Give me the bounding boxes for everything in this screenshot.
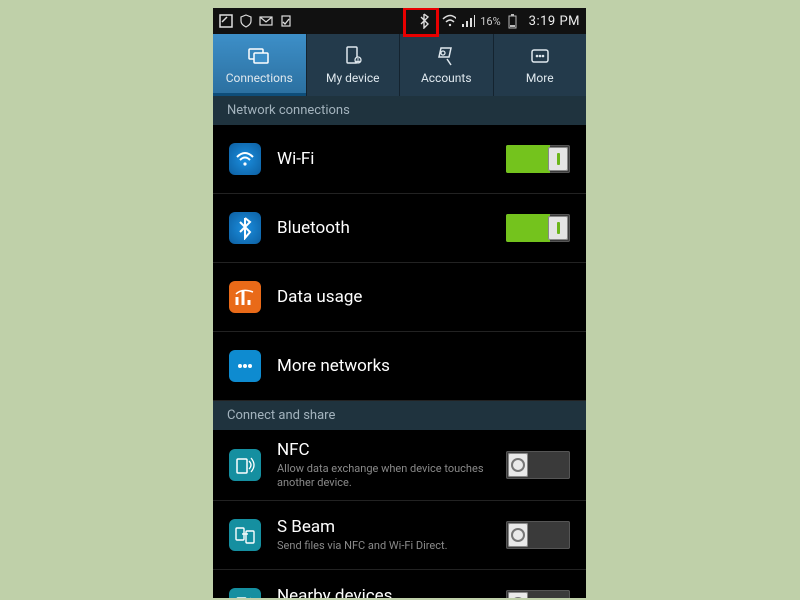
mail-icon (259, 14, 273, 28)
row-data-usage[interactable]: Data usage (213, 263, 586, 332)
signal-icon (461, 14, 475, 28)
sbeam-icon (229, 519, 261, 551)
wifi-icon (229, 143, 261, 175)
settings-tabs: Connections My device Accounts More (213, 34, 586, 96)
tab-more[interactable]: More (494, 34, 587, 96)
row-title: Wi-Fi (277, 149, 506, 169)
status-bar: 16% 3:19 PM (213, 8, 586, 34)
tab-label: Accounts (421, 71, 472, 85)
bluetooth-icon (229, 212, 261, 244)
section-header-share: Connect and share (213, 401, 586, 430)
row-subtitle: Allow data exchange when device touches … (277, 462, 506, 490)
share-list: NFC Allow data exchange when device touc… (213, 430, 586, 598)
row-subtitle: Send files via NFC and Wi-Fi Direct. (277, 539, 506, 553)
row-title: NFC (277, 440, 506, 460)
wifi-status-icon (442, 14, 456, 28)
tab-label: More (526, 71, 554, 85)
nearby-toggle[interactable] (506, 590, 570, 599)
tab-my-device[interactable]: My device (307, 34, 401, 96)
more-icon (527, 45, 553, 67)
row-wifi[interactable]: Wi-Fi (213, 125, 586, 194)
bluetooth-toggle[interactable] (506, 214, 570, 242)
tab-accounts[interactable]: Accounts (400, 34, 494, 96)
tab-connections[interactable]: Connections (213, 34, 307, 96)
clock: 3:19 PM (529, 14, 580, 29)
bluetooth-status-icon (417, 14, 431, 28)
status-right: 16% 3:19 PM (417, 14, 580, 29)
row-sbeam[interactable]: S Beam Send files via NFC and Wi-Fi Dire… (213, 501, 586, 570)
screenshot-icon (219, 14, 233, 28)
nearby-icon (229, 588, 261, 599)
row-nearby[interactable]: Nearby devices Share your media files wi… (213, 570, 586, 599)
sbeam-toggle[interactable] (506, 521, 570, 549)
section-header-network: Network connections (213, 96, 586, 125)
row-title: Bluetooth (277, 218, 506, 238)
tab-label: Connections (226, 71, 293, 85)
wifi-toggle[interactable] (506, 145, 570, 173)
shield-icon (239, 14, 253, 28)
row-title: S Beam (277, 517, 506, 537)
connections-icon (246, 45, 272, 67)
battery-icon (506, 14, 520, 28)
status-left (219, 14, 293, 28)
clipboard-icon (279, 14, 293, 28)
row-title: Nearby devices (277, 586, 506, 598)
my-device-icon (340, 45, 366, 67)
tab-label: My device (326, 71, 380, 85)
data-usage-icon (229, 281, 261, 313)
nfc-toggle[interactable] (506, 451, 570, 479)
phone-frame: 16% 3:19 PM Connections My device Accou (213, 8, 586, 598)
more-networks-icon (229, 350, 261, 382)
nfc-icon (229, 449, 261, 481)
row-nfc[interactable]: NFC Allow data exchange when device touc… (213, 430, 586, 501)
accounts-icon (433, 45, 459, 67)
row-more-networks[interactable]: More networks (213, 332, 586, 401)
row-title: Data usage (277, 287, 570, 307)
row-title: More networks (277, 356, 570, 376)
battery-percent: 16% (480, 15, 500, 28)
network-list: Wi-Fi Bluetooth Data usage More networks (213, 125, 586, 401)
row-bluetooth[interactable]: Bluetooth (213, 194, 586, 263)
